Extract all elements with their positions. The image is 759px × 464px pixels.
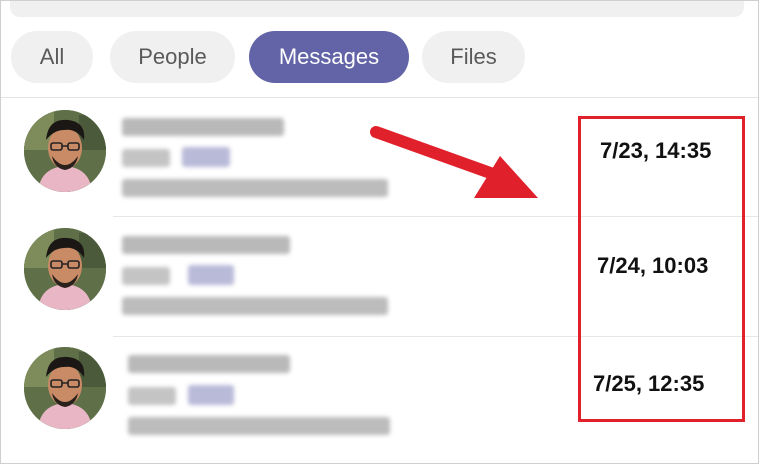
avatar [24, 347, 106, 429]
preview-chip-blurred [188, 385, 234, 405]
sender-name-blurred [122, 236, 290, 254]
avatar [24, 228, 106, 310]
preview-prefix-blurred [122, 149, 170, 167]
tab-messages[interactable]: Messages [249, 31, 409, 83]
chat-subtitle-blurred [122, 179, 388, 197]
preview-chip-blurred [188, 265, 234, 285]
chat-subtitle-blurred [128, 417, 390, 435]
timestamp-highlight-box [578, 116, 745, 422]
red-arrow-icon [368, 120, 544, 209]
search-bar[interactable] [10, 0, 744, 17]
tab-people[interactable]: People [110, 31, 235, 83]
preview-prefix-blurred [122, 267, 170, 285]
avatar [24, 110, 106, 192]
sender-name-blurred [122, 118, 284, 136]
tab-all[interactable]: All [11, 31, 93, 83]
preview-prefix-blurred [128, 387, 176, 405]
sender-name-blurred [128, 355, 290, 373]
preview-chip-blurred [182, 147, 230, 167]
chat-subtitle-blurred [122, 297, 388, 315]
tab-files[interactable]: Files [422, 31, 525, 83]
